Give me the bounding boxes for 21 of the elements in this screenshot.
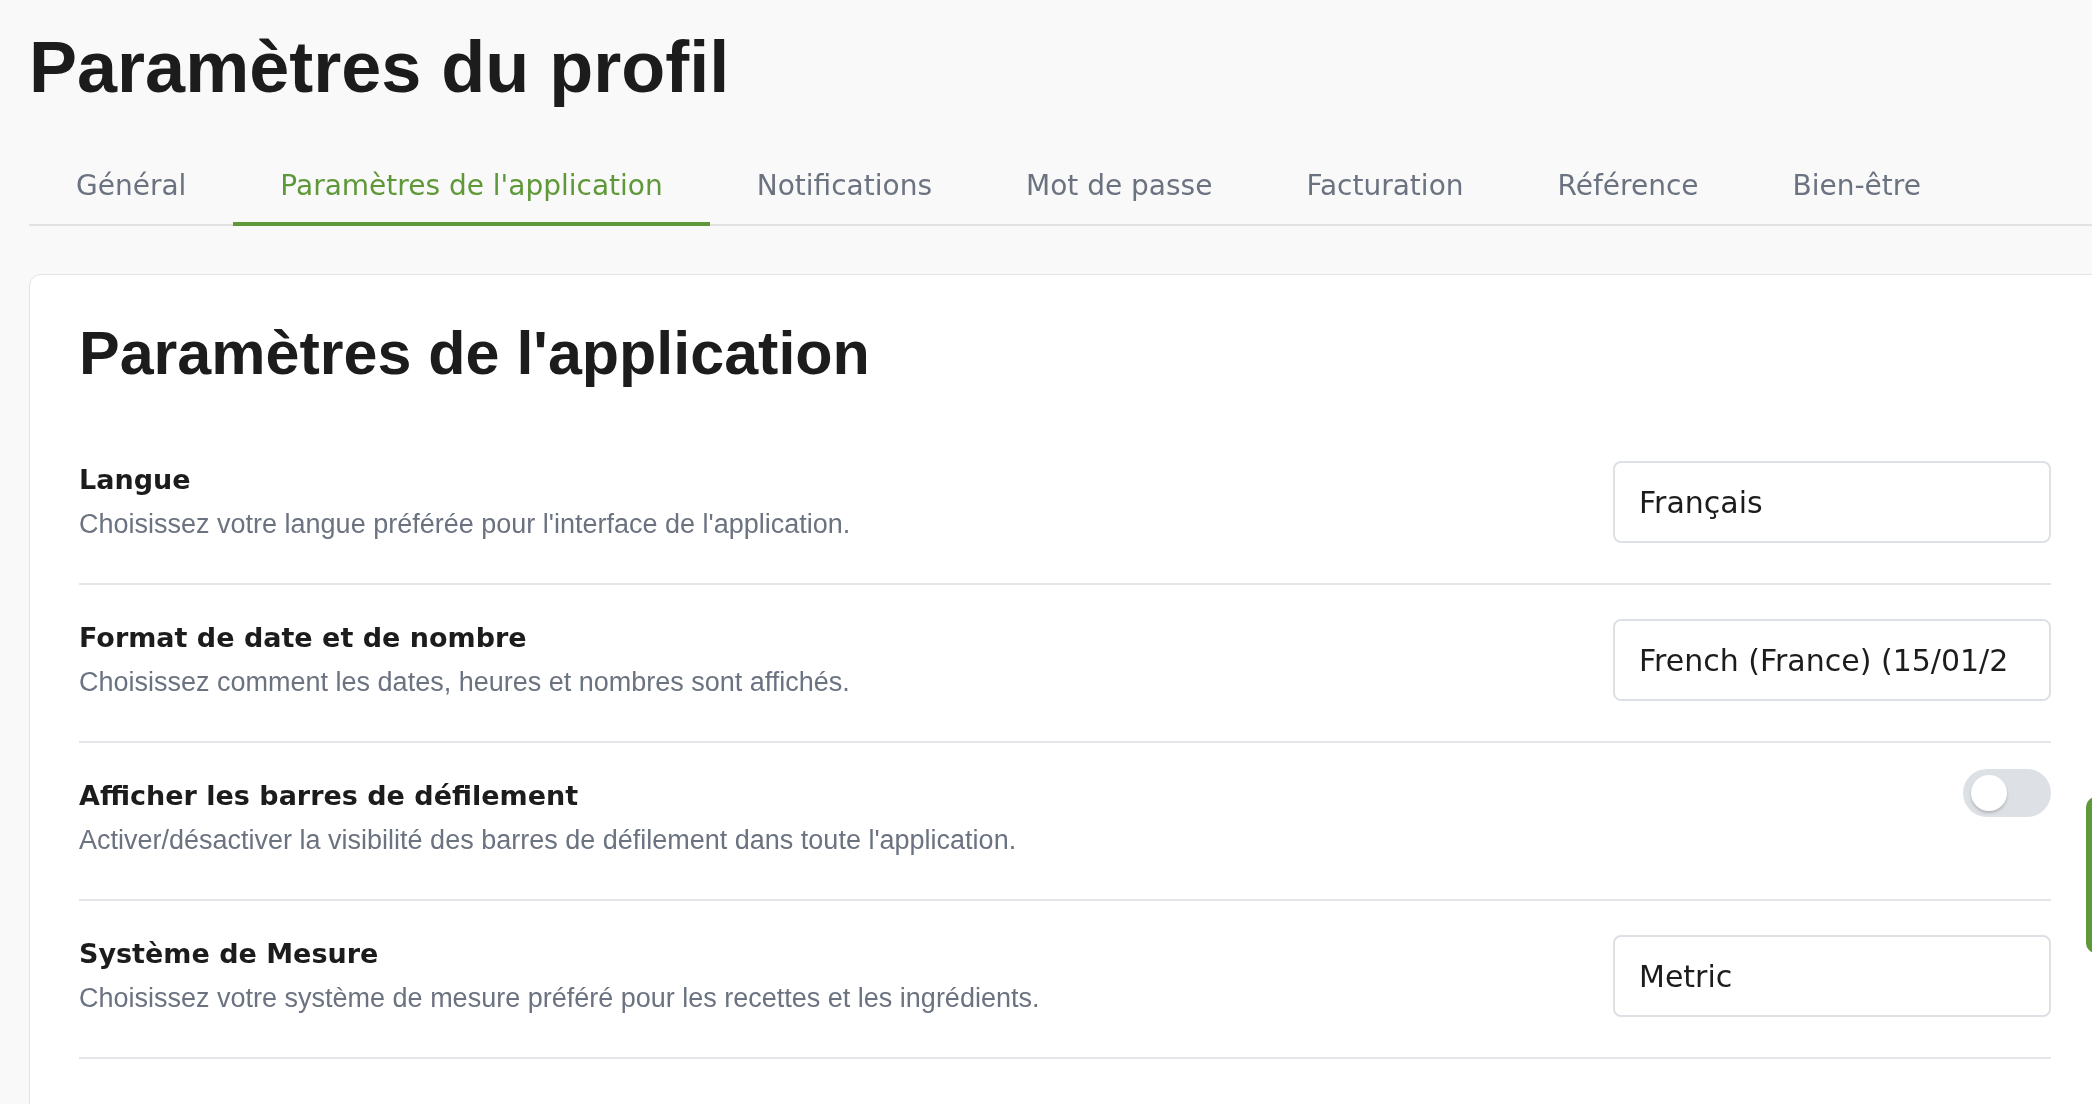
setting-description: Activer/désactiver la visibilité des barres de défilement dans toute l'application. (79, 825, 1017, 856)
setting-label: Format de date et de nombre (79, 622, 528, 653)
tab[interactable]: Notifications (709, 157, 979, 226)
tab[interactable]: Général (29, 157, 234, 226)
select-field[interactable]: Français (1613, 461, 2051, 543)
tab[interactable]: Référence (1510, 157, 1746, 226)
setting-description: Choisissez votre système de mesure préféré pour les recettes et les ingrédients. (79, 983, 1040, 1014)
card-title: Paramètres de l'application (79, 318, 871, 389)
tab[interactable]: Paramètres de l'application (233, 157, 710, 226)
setting-label: Afficher les barres de défilement (79, 780, 580, 811)
tab[interactable]: Bien-être (1745, 157, 1968, 226)
setting-label: Langue (79, 464, 192, 495)
setting-label: Système de Mesure (79, 938, 380, 969)
select-field[interactable]: Metric (1613, 935, 2051, 1017)
page-title: Paramètres du profil (29, 26, 731, 109)
tab[interactable]: Mot de passe (979, 157, 1260, 226)
setting-description: Choisissez votre langue préférée pour l'interface de l'application. (79, 509, 851, 540)
select-field[interactable]: French (France) (15/01/2 (1613, 619, 2051, 701)
setting-description: Choisissez comment les dates, heures et nombres sont affichés. (79, 667, 850, 698)
toggle-switch[interactable] (1963, 769, 2051, 817)
tab[interactable]: Facturation (1259, 157, 1511, 226)
